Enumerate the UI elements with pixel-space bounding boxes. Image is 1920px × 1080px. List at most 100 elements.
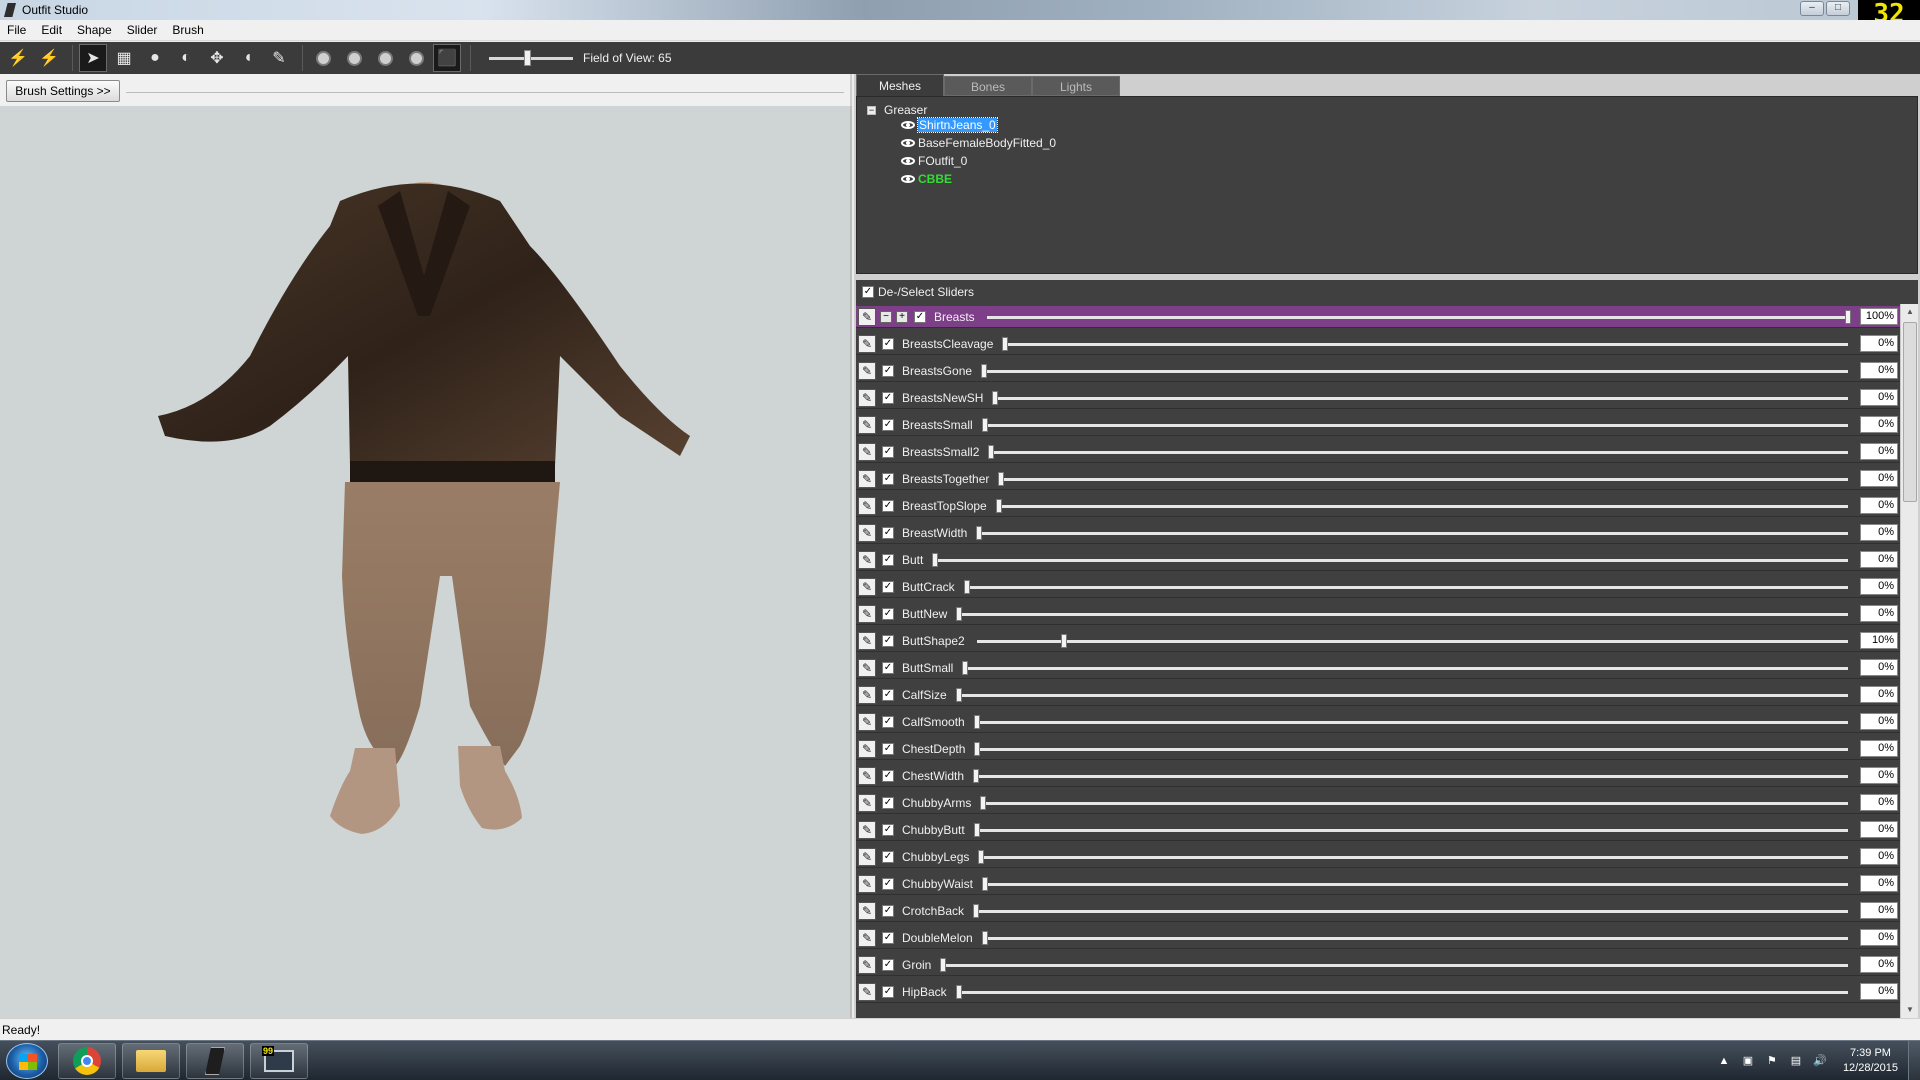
slider-percent-field[interactable]: 0% — [1860, 470, 1898, 487]
slider-thumb[interactable] — [1061, 634, 1068, 648]
slider-checkbox[interactable]: ✓ — [882, 526, 894, 539]
slider-percent-field[interactable]: 0% — [1860, 605, 1898, 622]
slider-thumb[interactable] — [981, 364, 987, 378]
slider-checkbox[interactable]: ✓ — [882, 364, 894, 377]
slider-checkbox[interactable]: ✓ — [882, 445, 894, 458]
scrollbar-thumb[interactable] — [1903, 322, 1917, 502]
menu-slider[interactable]: Slider — [119, 23, 165, 37]
slider-percent-field[interactable]: 0% — [1860, 956, 1898, 973]
perspective-toggle-icon[interactable]: ⬛ — [433, 44, 461, 72]
slider-track[interactable] — [995, 397, 1848, 400]
slider-row[interactable]: ✎ ✓ ChestWidth 0% — [856, 765, 1900, 787]
menu-brush[interactable]: Brush — [164, 23, 210, 37]
select-tool-icon[interactable]: ➤ — [79, 44, 107, 72]
slider-track[interactable] — [959, 991, 1848, 994]
slider-thumb[interactable] — [932, 553, 938, 567]
slider-row[interactable]: ✎ ✓ ButtCrack 0% — [856, 576, 1900, 598]
slider-row[interactable]: ✎ ✓ ChubbyButt 0% — [856, 819, 1900, 841]
slider-checkbox[interactable]: ✓ — [882, 418, 894, 431]
deflate-brush-icon[interactable]: ◐ — [172, 44, 200, 72]
tab-meshes[interactable]: Meshes — [856, 74, 944, 96]
tree-item-basefemalebody[interactable]: BaseFemaleBodyFitted_0 — [901, 135, 1056, 151]
slider-thumb[interactable] — [998, 472, 1004, 486]
slider-thumb[interactable] — [956, 607, 962, 621]
slider-row[interactable]: ✎ ✓ CalfSize 0% — [856, 684, 1900, 706]
taskbar-explorer[interactable] — [122, 1043, 180, 1079]
slider-row[interactable]: ✎ ✓ ChubbyArms 0% — [856, 792, 1900, 814]
view-back-icon[interactable] — [340, 44, 368, 72]
edit-slider-pencil-icon[interactable]: ✎ — [858, 496, 876, 515]
slider-thumb[interactable] — [940, 958, 946, 972]
slider-checkbox[interactable]: ✓ — [882, 337, 894, 350]
slider-track[interactable] — [959, 694, 1848, 697]
slider-thumb[interactable] — [988, 445, 994, 459]
slider-percent-field[interactable]: 0% — [1860, 335, 1898, 352]
slider-row[interactable]: ✎ ✓ Butt 0% — [856, 549, 1900, 571]
slider-track[interactable] — [987, 316, 1848, 319]
action-center-flag-icon[interactable]: ⚑ — [1765, 1054, 1779, 1068]
slider-row[interactable]: ✎ ✓ BreastsCleavage 0% — [856, 333, 1900, 355]
slider-row[interactable]: ✎ ✓ BreastsTogether 0% — [856, 468, 1900, 490]
slider-percent-field[interactable]: 0% — [1860, 497, 1898, 514]
clock[interactable]: 7:39 PM 12/28/2015 — [1843, 1046, 1898, 1076]
slider-list-scrollbar[interactable]: ▲ ▼ — [1900, 304, 1918, 1018]
collapse-icon[interactable]: − — [867, 105, 876, 115]
slider-track[interactable] — [935, 559, 1848, 562]
edit-slider-pencil-icon[interactable]: ✎ — [858, 307, 876, 326]
slider-checkbox[interactable]: ✓ — [882, 472, 894, 485]
edit-slider-pencil-icon[interactable]: ✎ — [858, 928, 876, 947]
minimize-button[interactable]: – — [1800, 1, 1824, 16]
edit-slider-pencil-icon[interactable]: ✎ — [858, 415, 876, 434]
slider-track[interactable] — [985, 424, 1848, 427]
tree-root[interactable]: − Greaser — [867, 103, 927, 117]
slider-percent-field[interactable]: 10% — [1860, 632, 1898, 649]
slider-row[interactable]: ✎ ✓ ChubbyLegs 0% — [856, 846, 1900, 868]
edit-slider-pencil-icon[interactable]: ✎ — [858, 874, 876, 893]
volume-icon[interactable]: 🔊 — [1813, 1054, 1827, 1068]
tree-item-foutfit[interactable]: FOutfit_0 — [901, 153, 967, 169]
3d-viewport[interactable] — [0, 106, 852, 1018]
load-reference-icon[interactable]: ⚡ — [4, 44, 32, 72]
maximize-button[interactable]: □ — [1826, 1, 1850, 16]
view-left-icon[interactable] — [371, 44, 399, 72]
edit-slider-pencil-icon[interactable]: ✎ — [858, 955, 876, 974]
slider-percent-field[interactable]: 0% — [1860, 362, 1898, 379]
slider-percent-field[interactable]: 0% — [1860, 524, 1898, 541]
edit-slider-pencil-icon[interactable]: ✎ — [858, 820, 876, 839]
network-icon[interactable]: ▤ — [1789, 1054, 1803, 1068]
slider-row[interactable]: ✎ ✓ CrotchBack 0% — [856, 900, 1900, 922]
start-button[interactable] — [6, 1043, 48, 1079]
slider-row[interactable]: ✎ ✓ ButtSmall 0% — [856, 657, 1900, 679]
edit-slider-pencil-icon[interactable]: ✎ — [858, 793, 876, 812]
edit-slider-pencil-icon[interactable]: ✎ — [858, 766, 876, 785]
slider-checkbox[interactable]: ✓ — [882, 715, 894, 728]
slider-track[interactable] — [985, 883, 1848, 886]
slider-checkbox[interactable]: ✓ — [882, 499, 894, 512]
slider-track[interactable] — [985, 937, 1848, 940]
scroll-up-icon[interactable]: ▲ — [1901, 304, 1919, 320]
slider-checkbox[interactable]: ✓ — [882, 391, 894, 404]
taskbar-outfit-studio[interactable] — [186, 1043, 244, 1079]
slider-track[interactable] — [977, 721, 1848, 724]
slider-row[interactable]: ✎ ✓ BreastsSmall2 0% — [856, 441, 1900, 463]
slider-checkbox[interactable]: ✓ — [882, 607, 894, 620]
edit-slider-pencil-icon[interactable]: ✎ — [858, 334, 876, 353]
tab-bones[interactable]: Bones — [944, 76, 1032, 96]
slider-checkbox[interactable]: ✓ — [882, 877, 894, 890]
slider-thumb[interactable] — [1845, 310, 1851, 324]
scroll-down-icon[interactable]: ▼ — [1901, 1002, 1919, 1018]
slider-track[interactable] — [977, 748, 1848, 751]
slider-thumb[interactable] — [956, 688, 962, 702]
slider-thumb[interactable] — [980, 796, 986, 810]
slider-thumb[interactable] — [974, 742, 980, 756]
slider-thumb[interactable] — [973, 904, 979, 918]
edit-slider-pencil-icon[interactable]: ✎ — [858, 982, 876, 1001]
slider-row[interactable]: ✎ ✓ DoubleMelon 0% — [856, 927, 1900, 949]
slider-thumb[interactable] — [1002, 337, 1008, 351]
slider-percent-field[interactable]: 0% — [1860, 713, 1898, 730]
deselect-sliders-checkbox[interactable]: ✓ — [862, 286, 874, 298]
slider-percent-field[interactable]: 0% — [1860, 578, 1898, 595]
slider-percent-field[interactable]: 0% — [1860, 659, 1898, 676]
slider-checkbox[interactable]: ✓ — [882, 553, 894, 566]
slider-track[interactable] — [984, 370, 1848, 373]
